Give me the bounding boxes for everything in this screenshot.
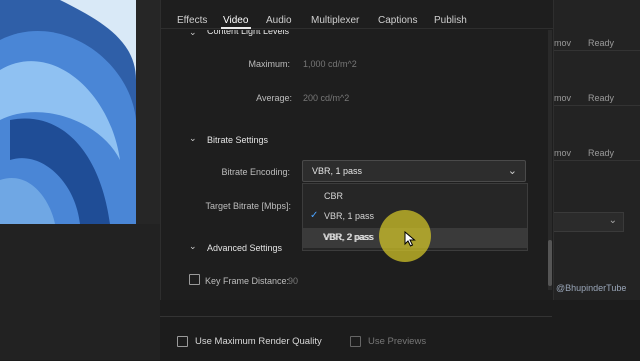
keyframe-distance-value: 90 xyxy=(288,276,299,286)
active-tab-indicator xyxy=(221,27,251,29)
menu-item-cbr[interactable]: CBR xyxy=(303,187,527,207)
tab-multiplexer[interactable]: Multiplexer xyxy=(311,15,359,26)
maximum-value: 1,000 cd/m^2 xyxy=(303,59,357,69)
average-label: Average: xyxy=(256,93,292,103)
caret-down-icon[interactable]: ⌄ xyxy=(189,241,197,252)
chevron-down-icon: ⌄ xyxy=(608,215,617,226)
keyframe-distance-label: Key Frame Distance: xyxy=(205,276,290,286)
advanced-settings-title: Advanced Settings xyxy=(207,243,283,253)
queue-select[interactable]: ⌄ xyxy=(552,212,624,232)
queue-format: mov xyxy=(554,148,572,158)
tab-effects[interactable]: Effects xyxy=(177,15,207,26)
use-previews-label: Use Previews xyxy=(368,336,427,347)
max-render-quality-checkbox[interactable] xyxy=(177,336,188,347)
queue-format: mov xyxy=(554,38,572,48)
use-previews-checkbox[interactable] xyxy=(350,336,361,347)
maximum-label: Maximum: xyxy=(248,59,290,69)
queue-status: Ready xyxy=(588,148,615,158)
tab-captions[interactable]: Captions xyxy=(378,15,417,26)
menu-item-label: CBR xyxy=(324,191,344,201)
keyframe-distance-checkbox[interactable] xyxy=(189,274,200,285)
tab-bar: Effects Video Audio Multiplexer Captions… xyxy=(161,0,553,29)
queue-row[interactable]: mov Ready xyxy=(548,110,640,161)
mouse-cursor-icon xyxy=(404,231,416,247)
left-panel-edge xyxy=(136,0,160,224)
tab-publish[interactable]: Publish xyxy=(434,15,467,26)
checkmark-icon: ✓ xyxy=(310,210,319,221)
scrollbar-thumb[interactable] xyxy=(548,240,552,286)
queue-status: Ready xyxy=(588,38,615,48)
queue-format: mov xyxy=(554,93,572,103)
queue-row[interactable]: mov Ready xyxy=(548,55,640,106)
tab-audio[interactable]: Audio xyxy=(266,15,292,26)
bitrate-encoding-label: Bitrate Encoding: xyxy=(221,167,290,177)
menu-item-label: VBR, 2 pass xyxy=(324,232,375,242)
queue-row[interactable]: mov Ready xyxy=(548,0,640,51)
tab-video[interactable]: Video xyxy=(223,15,248,26)
caret-down-icon[interactable]: ⌄ xyxy=(189,133,197,144)
max-render-quality-label: Use Maximum Render Quality xyxy=(195,336,322,347)
export-queue: mov Ready mov Ready mov Ready ⌄ xyxy=(548,0,640,300)
left-panel xyxy=(0,224,160,360)
export-settings-panel: Effects Video Audio Multiplexer Captions… xyxy=(160,0,554,300)
watermark: @BhupinderTube xyxy=(556,283,627,293)
bitrate-settings-title: Bitrate Settings xyxy=(207,135,269,145)
bitrate-encoding-value: VBR, 1 pass xyxy=(312,166,363,176)
queue-status: Ready xyxy=(588,93,615,103)
average-value: 200 cd/m^2 xyxy=(303,93,350,103)
chevron-down-icon: ⌄ xyxy=(507,165,517,177)
bitrate-encoding-select[interactable]: VBR, 1 pass ⌄ xyxy=(302,160,526,182)
caret-down-icon[interactable]: ⌄ xyxy=(189,27,197,38)
target-bitrate-label: Target Bitrate [Mbps]: xyxy=(205,201,291,211)
menu-item-label: VBR, 1 pass xyxy=(324,211,375,221)
desktop-wallpaper xyxy=(0,0,136,224)
